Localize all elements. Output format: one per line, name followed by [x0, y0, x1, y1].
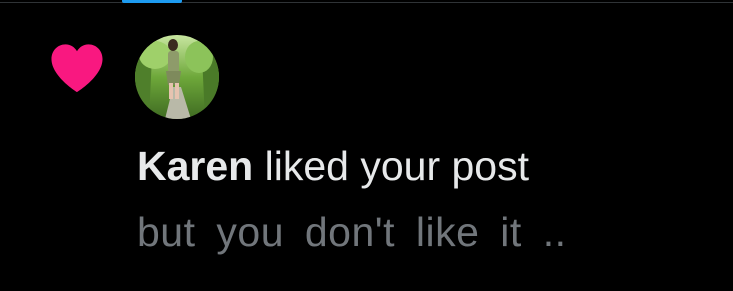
avatar[interactable] — [135, 35, 219, 119]
notifications-page: Karen liked your post but you don't like… — [0, 0, 733, 291]
post-preview[interactable]: but you don't like it .. — [137, 207, 566, 257]
notification-text: Karen liked your post — [137, 141, 529, 191]
action-text: liked your post — [264, 143, 529, 189]
like-notification[interactable]: Karen liked your post but you don't like… — [0, 0, 733, 291]
user-name[interactable]: Karen — [137, 143, 253, 189]
heart-icon — [48, 42, 106, 94]
